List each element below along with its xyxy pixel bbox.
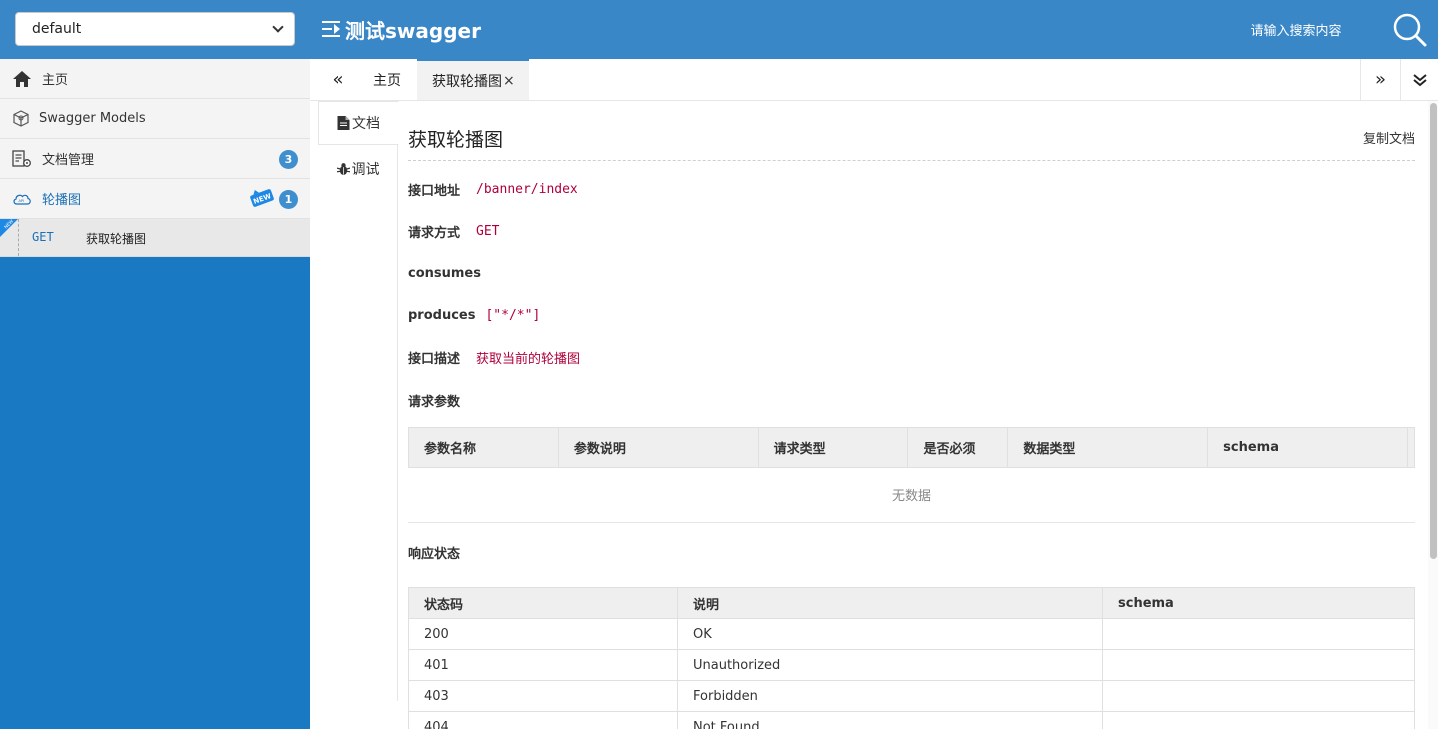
app-title: 测试swagger bbox=[345, 19, 481, 43]
bug-icon bbox=[336, 163, 350, 176]
doc-title: 获取轮播图 bbox=[408, 129, 504, 151]
vtab-label: 文档 bbox=[352, 116, 380, 132]
params-title: 请求参数 bbox=[408, 395, 461, 410]
field-method: 请求方式 GET bbox=[408, 221, 500, 241]
field-value: ["*/*"] bbox=[485, 307, 541, 323]
table-header-row: 参数名称 参数说明 请求类型 是否必须 数据类型 schema bbox=[408, 427, 1416, 468]
table-header: schema bbox=[1207, 427, 1408, 468]
sidebar: 主页 Swagger Models 文档管理 3 API 轮播图 NEW 1 N… bbox=[0, 59, 310, 729]
svg-text:API: API bbox=[19, 199, 25, 203]
settings-doc-icon bbox=[12, 149, 32, 169]
doc-header: 获取轮播图 复制文档 bbox=[408, 101, 1415, 161]
tab-label: 主页 bbox=[373, 72, 401, 89]
empty-state: 无数据 bbox=[408, 467, 1415, 523]
group-select-value: default bbox=[32, 21, 82, 37]
sidebar-menu: 主页 Swagger Models 文档管理 3 API 轮播图 NEW 1 N… bbox=[0, 59, 310, 257]
table-header: 请求类型 bbox=[758, 427, 909, 468]
table-header: 参数说明 bbox=[558, 427, 759, 468]
group-select[interactable]: default bbox=[15, 12, 295, 46]
tab-banner[interactable]: 获取轮播图 × bbox=[417, 59, 529, 100]
table-cell: OK bbox=[677, 618, 1103, 650]
cloud-icon: API bbox=[12, 189, 32, 209]
field-key: 接口地址 bbox=[408, 183, 461, 199]
params-table: 参数名称 参数说明 请求类型 是否必须 数据类型 schema bbox=[408, 427, 1416, 468]
sidebar-item-label: Swagger Models bbox=[39, 111, 146, 126]
scrollbar-thumb[interactable] bbox=[1430, 103, 1437, 559]
field-key: 请求方式 bbox=[408, 225, 461, 241]
chevron-down-icon bbox=[272, 21, 284, 33]
search-input[interactable] bbox=[1206, 18, 1386, 44]
close-icon[interactable]: × bbox=[503, 73, 515, 89]
table-cell: 403 bbox=[408, 680, 678, 712]
response-title: 响应状态 bbox=[408, 547, 461, 562]
field-value: GET bbox=[476, 223, 500, 239]
sidebar-item-label: 轮播图 bbox=[42, 193, 82, 208]
field-consumes: consumes bbox=[408, 263, 497, 283]
content-scrollbar[interactable] bbox=[1428, 101, 1438, 729]
home-icon bbox=[12, 69, 32, 89]
response-table: 状态码 说明 schema 200 OK 401 Unauthorized 40 bbox=[408, 587, 1415, 729]
count-badge: 1 bbox=[279, 190, 298, 209]
search-icon[interactable] bbox=[1392, 12, 1428, 48]
vtab-doc[interactable]: 文档 bbox=[318, 101, 399, 145]
sidebar-item-label: 主页 bbox=[42, 73, 69, 88]
table-cell bbox=[1102, 618, 1415, 650]
field-value: /banner/index bbox=[476, 181, 578, 197]
tab-scroll-left-icon[interactable]: « bbox=[318, 59, 358, 100]
new-tag-icon: NEW bbox=[250, 186, 274, 210]
sidebar-item-banner[interactable]: API 轮播图 NEW 1 bbox=[0, 179, 310, 219]
table-cell bbox=[1102, 649, 1415, 681]
api-name: 获取轮播图 bbox=[86, 232, 147, 246]
file-icon bbox=[337, 116, 350, 130]
copy-doc-button[interactable]: 复制文档 bbox=[1363, 128, 1415, 147]
sidebar-item-home[interactable]: 主页 bbox=[0, 59, 310, 99]
api-method: GET bbox=[32, 230, 54, 244]
sidebar-item-doc-manage[interactable]: 文档管理 3 bbox=[0, 139, 310, 179]
table-header: 数据类型 bbox=[1007, 427, 1209, 468]
field-value: 获取当前的轮播图 bbox=[476, 351, 581, 367]
table-header-row: 状态码 说明 schema bbox=[408, 587, 1415, 619]
table-row: 403 Forbidden bbox=[408, 680, 1415, 712]
table-header: schema bbox=[1102, 587, 1415, 619]
table-cell: 404 bbox=[408, 711, 678, 729]
tab-bar: « 主页 获取轮播图 × » bbox=[310, 59, 1438, 101]
field-key: 接口描述 bbox=[408, 351, 461, 367]
field-key: produces bbox=[408, 307, 476, 323]
sidebar-item-label: 文档管理 bbox=[42, 153, 95, 168]
vtab-debug[interactable]: 调试 bbox=[318, 147, 398, 191]
menu-toggle-icon[interactable] bbox=[322, 19, 340, 39]
table-cell: Unauthorized bbox=[677, 649, 1103, 681]
tab-label: 获取轮播图 bbox=[432, 73, 502, 90]
corner-new-tag-icon: NEW bbox=[0, 219, 18, 237]
count-badge: 3 bbox=[279, 150, 298, 169]
sidebar-item-swagger-models[interactable]: Swagger Models bbox=[0, 99, 310, 139]
table-cell bbox=[1102, 680, 1415, 712]
cube-icon bbox=[12, 109, 30, 129]
table-cell: 401 bbox=[408, 649, 678, 681]
doc-vertical-tabs: 文档 调试 bbox=[318, 101, 399, 701]
field-description: 接口描述 获取当前的轮播图 bbox=[408, 347, 580, 367]
table-cell: Not Found bbox=[677, 711, 1103, 729]
table-cell: 200 bbox=[408, 618, 678, 650]
table-cell bbox=[1102, 711, 1415, 729]
tab-menu-icon[interactable] bbox=[1400, 59, 1438, 100]
table-header: 状态码 bbox=[408, 587, 678, 619]
field-url: 接口地址 /banner/index bbox=[408, 179, 578, 199]
field-produces: produces ["*/*"] bbox=[408, 305, 540, 325]
sidebar-api-item[interactable]: NEW GET 获取轮播图 bbox=[0, 219, 310, 257]
table-cell: Forbidden bbox=[677, 680, 1103, 712]
content-area: 文档 调试 获取轮播图 复制文档 接口地址 /banner/index 请求方式… bbox=[310, 101, 1438, 729]
table-row: 401 Unauthorized bbox=[408, 649, 1415, 681]
vtab-label: 调试 bbox=[351, 162, 380, 178]
table-row: 404 Not Found bbox=[408, 711, 1415, 729]
table-header: 参数名称 bbox=[408, 427, 559, 468]
top-header: default 测试swagger bbox=[0, 0, 1438, 59]
tab-scroll-right-icon[interactable]: » bbox=[1360, 59, 1400, 100]
table-header: 是否必须 bbox=[907, 427, 1009, 468]
table-row: 200 OK bbox=[408, 618, 1415, 650]
tab-home[interactable]: 主页 bbox=[360, 59, 414, 100]
field-key: consumes bbox=[408, 265, 481, 281]
table-header: 说明 bbox=[677, 587, 1103, 619]
